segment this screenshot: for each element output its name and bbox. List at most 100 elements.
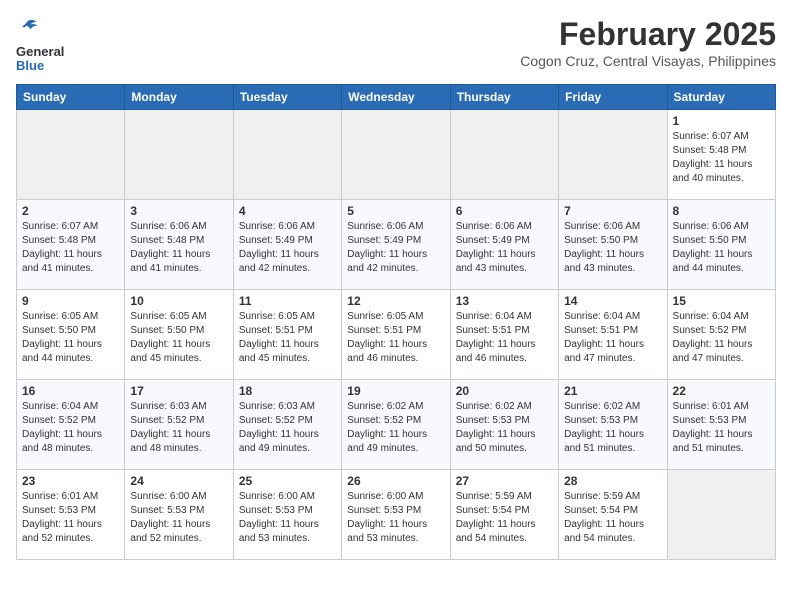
- day-info: Sunrise: 6:03 AM Sunset: 5:52 PM Dayligh…: [239, 400, 336, 456]
- calendar-cell: 25Sunrise: 6:00 AM Sunset: 5:53 PM Dayli…: [233, 469, 341, 559]
- calendar-cell: [233, 109, 341, 199]
- day-number: 26: [347, 474, 444, 488]
- title-block: February 2025 Cogon Cruz, Central Visaya…: [520, 16, 776, 69]
- day-number: 21: [564, 384, 661, 398]
- calendar-week-row: 16Sunrise: 6:04 AM Sunset: 5:52 PM Dayli…: [17, 379, 776, 469]
- day-info: Sunrise: 6:07 AM Sunset: 5:48 PM Dayligh…: [673, 130, 770, 186]
- calendar-cell: 23Sunrise: 6:01 AM Sunset: 5:53 PM Dayli…: [17, 469, 125, 559]
- logo-bird-icon: [16, 16, 40, 40]
- weekday-header-row: SundayMondayTuesdayWednesdayThursdayFrid…: [17, 84, 776, 109]
- calendar-week-row: 23Sunrise: 6:01 AM Sunset: 5:53 PM Dayli…: [17, 469, 776, 559]
- day-info: Sunrise: 6:02 AM Sunset: 5:53 PM Dayligh…: [564, 400, 661, 456]
- day-number: 27: [456, 474, 553, 488]
- calendar-cell: [667, 469, 775, 559]
- calendar-cell: 1 Sunrise: 6:07 AM Sunset: 5:48 PM Daylig…: [667, 109, 775, 199]
- logo-blue: Blue: [16, 58, 44, 73]
- weekday-header-wednesday: Wednesday: [342, 84, 450, 109]
- day-info: Sunrise: 6:05 AM Sunset: 5:50 PM Dayligh…: [130, 310, 227, 366]
- calendar-table: SundayMondayTuesdayWednesdayThursdayFrid…: [16, 84, 776, 560]
- day-info: Sunrise: 6:06 AM Sunset: 5:50 PM Dayligh…: [564, 220, 661, 276]
- calendar-cell: 19Sunrise: 6:02 AM Sunset: 5:52 PM Dayli…: [342, 379, 450, 469]
- calendar-cell: [342, 109, 450, 199]
- calendar-week-row: 1 Sunrise: 6:07 AM Sunset: 5:48 PM Daylig…: [17, 109, 776, 199]
- page-header: General Blue February 2025 Cogon Cruz, C…: [16, 16, 776, 74]
- weekday-header-sunday: Sunday: [17, 84, 125, 109]
- calendar-cell: 2 Sunrise: 6:07 AM Sunset: 5:48 PM Daylig…: [17, 199, 125, 289]
- calendar-cell: 21 Sunrise: 6:02 AM Sunset: 5:53 PM Dayli…: [559, 379, 667, 469]
- logo-general: General: [16, 44, 64, 59]
- calendar-cell: 15 Sunrise: 6:04 AM Sunset: 5:52 PM Dayli…: [667, 289, 775, 379]
- day-info: Sunrise: 6:00 AM Sunset: 5:53 PM Dayligh…: [347, 490, 444, 546]
- calendar-cell: [17, 109, 125, 199]
- day-number: 6: [456, 204, 553, 218]
- day-info: Sunrise: 6:02 AM Sunset: 5:53 PM Dayligh…: [456, 400, 553, 456]
- calendar-cell: 18 Sunrise: 6:03 AM Sunset: 5:52 PM Dayli…: [233, 379, 341, 469]
- day-info: Sunrise: 6:05 AM Sunset: 5:51 PM Dayligh…: [347, 310, 444, 366]
- calendar-week-row: 2 Sunrise: 6:07 AM Sunset: 5:48 PM Daylig…: [17, 199, 776, 289]
- location-subtitle: Cogon Cruz, Central Visayas, Philippines: [520, 53, 776, 69]
- day-number: 3: [130, 204, 227, 218]
- day-info: Sunrise: 6:01 AM Sunset: 5:53 PM Dayligh…: [673, 400, 770, 456]
- day-info: Sunrise: 6:06 AM Sunset: 5:49 PM Dayligh…: [347, 220, 444, 276]
- day-info: Sunrise: 6:06 AM Sunset: 5:49 PM Dayligh…: [239, 220, 336, 276]
- calendar-cell: 4 Sunrise: 6:06 AM Sunset: 5:49 PM Daylig…: [233, 199, 341, 289]
- day-info: Sunrise: 6:04 AM Sunset: 5:51 PM Dayligh…: [456, 310, 553, 366]
- calendar-cell: 26 Sunrise: 6:00 AM Sunset: 5:53 PM Dayli…: [342, 469, 450, 559]
- day-info: Sunrise: 6:07 AM Sunset: 5:48 PM Dayligh…: [22, 220, 119, 276]
- day-number: 20: [456, 384, 553, 398]
- day-info: Sunrise: 6:06 AM Sunset: 5:48 PM Dayligh…: [130, 220, 227, 276]
- day-number: 13: [456, 294, 553, 308]
- day-number: 18: [239, 384, 336, 398]
- weekday-header-monday: Monday: [125, 84, 233, 109]
- calendar-cell: 16Sunrise: 6:04 AM Sunset: 5:52 PM Dayli…: [17, 379, 125, 469]
- day-number: 1: [673, 114, 770, 128]
- day-info: Sunrise: 6:05 AM Sunset: 5:50 PM Dayligh…: [22, 310, 119, 366]
- calendar-cell: 12 Sunrise: 6:05 AM Sunset: 5:51 PM Dayli…: [342, 289, 450, 379]
- day-info: Sunrise: 6:04 AM Sunset: 5:52 PM Dayligh…: [673, 310, 770, 366]
- weekday-header-thursday: Thursday: [450, 84, 558, 109]
- calendar-cell: 11 Sunrise: 6:05 AM Sunset: 5:51 PM Dayli…: [233, 289, 341, 379]
- day-number: 11: [239, 294, 336, 308]
- month-year-title: February 2025: [520, 16, 776, 53]
- day-number: 12: [347, 294, 444, 308]
- calendar-week-row: 9 Sunrise: 6:05 AM Sunset: 5:50 PM Daylig…: [17, 289, 776, 379]
- day-number: 10: [130, 294, 227, 308]
- calendar-cell: [450, 109, 558, 199]
- day-number: 7: [564, 204, 661, 218]
- day-number: 8: [673, 204, 770, 218]
- calendar-cell: 14Sunrise: 6:04 AM Sunset: 5:51 PM Dayli…: [559, 289, 667, 379]
- calendar-cell: 27 Sunrise: 5:59 AM Sunset: 5:54 PM Dayli…: [450, 469, 558, 559]
- calendar-cell: 28 Sunrise: 5:59 AM Sunset: 5:54 PM Dayli…: [559, 469, 667, 559]
- calendar-cell: [125, 109, 233, 199]
- day-number: 19: [347, 384, 444, 398]
- day-number: 17: [130, 384, 227, 398]
- weekday-header-friday: Friday: [559, 84, 667, 109]
- day-info: Sunrise: 6:06 AM Sunset: 5:49 PM Dayligh…: [456, 220, 553, 276]
- calendar-cell: [559, 109, 667, 199]
- day-number: 9: [22, 294, 119, 308]
- day-info: Sunrise: 5:59 AM Sunset: 5:54 PM Dayligh…: [564, 490, 661, 546]
- weekday-header-tuesday: Tuesday: [233, 84, 341, 109]
- day-info: Sunrise: 5:59 AM Sunset: 5:54 PM Dayligh…: [456, 490, 553, 546]
- calendar-cell: 13 Sunrise: 6:04 AM Sunset: 5:51 PM Dayli…: [450, 289, 558, 379]
- day-info: Sunrise: 6:04 AM Sunset: 5:51 PM Dayligh…: [564, 310, 661, 366]
- calendar-cell: 7 Sunrise: 6:06 AM Sunset: 5:50 PM Daylig…: [559, 199, 667, 289]
- day-number: 5: [347, 204, 444, 218]
- day-number: 16: [22, 384, 119, 398]
- calendar-cell: 10 Sunrise: 6:05 AM Sunset: 5:50 PM Dayli…: [125, 289, 233, 379]
- calendar-cell: 20 Sunrise: 6:02 AM Sunset: 5:53 PM Dayli…: [450, 379, 558, 469]
- day-number: 2: [22, 204, 119, 218]
- day-number: 15: [673, 294, 770, 308]
- calendar-cell: 9 Sunrise: 6:05 AM Sunset: 5:50 PM Daylig…: [17, 289, 125, 379]
- day-number: 28: [564, 474, 661, 488]
- day-info: Sunrise: 6:03 AM Sunset: 5:52 PM Dayligh…: [130, 400, 227, 456]
- day-number: 4: [239, 204, 336, 218]
- weekday-header-saturday: Saturday: [667, 84, 775, 109]
- calendar-cell: 6 Sunrise: 6:06 AM Sunset: 5:49 PM Daylig…: [450, 199, 558, 289]
- calendar-cell: 17 Sunrise: 6:03 AM Sunset: 5:52 PM Dayli…: [125, 379, 233, 469]
- calendar-cell: 3 Sunrise: 6:06 AM Sunset: 5:48 PM Daylig…: [125, 199, 233, 289]
- day-number: 24: [130, 474, 227, 488]
- calendar-cell: 24Sunrise: 6:00 AM Sunset: 5:53 PM Dayli…: [125, 469, 233, 559]
- calendar-cell: 22Sunrise: 6:01 AM Sunset: 5:53 PM Dayli…: [667, 379, 775, 469]
- day-info: Sunrise: 6:05 AM Sunset: 5:51 PM Dayligh…: [239, 310, 336, 366]
